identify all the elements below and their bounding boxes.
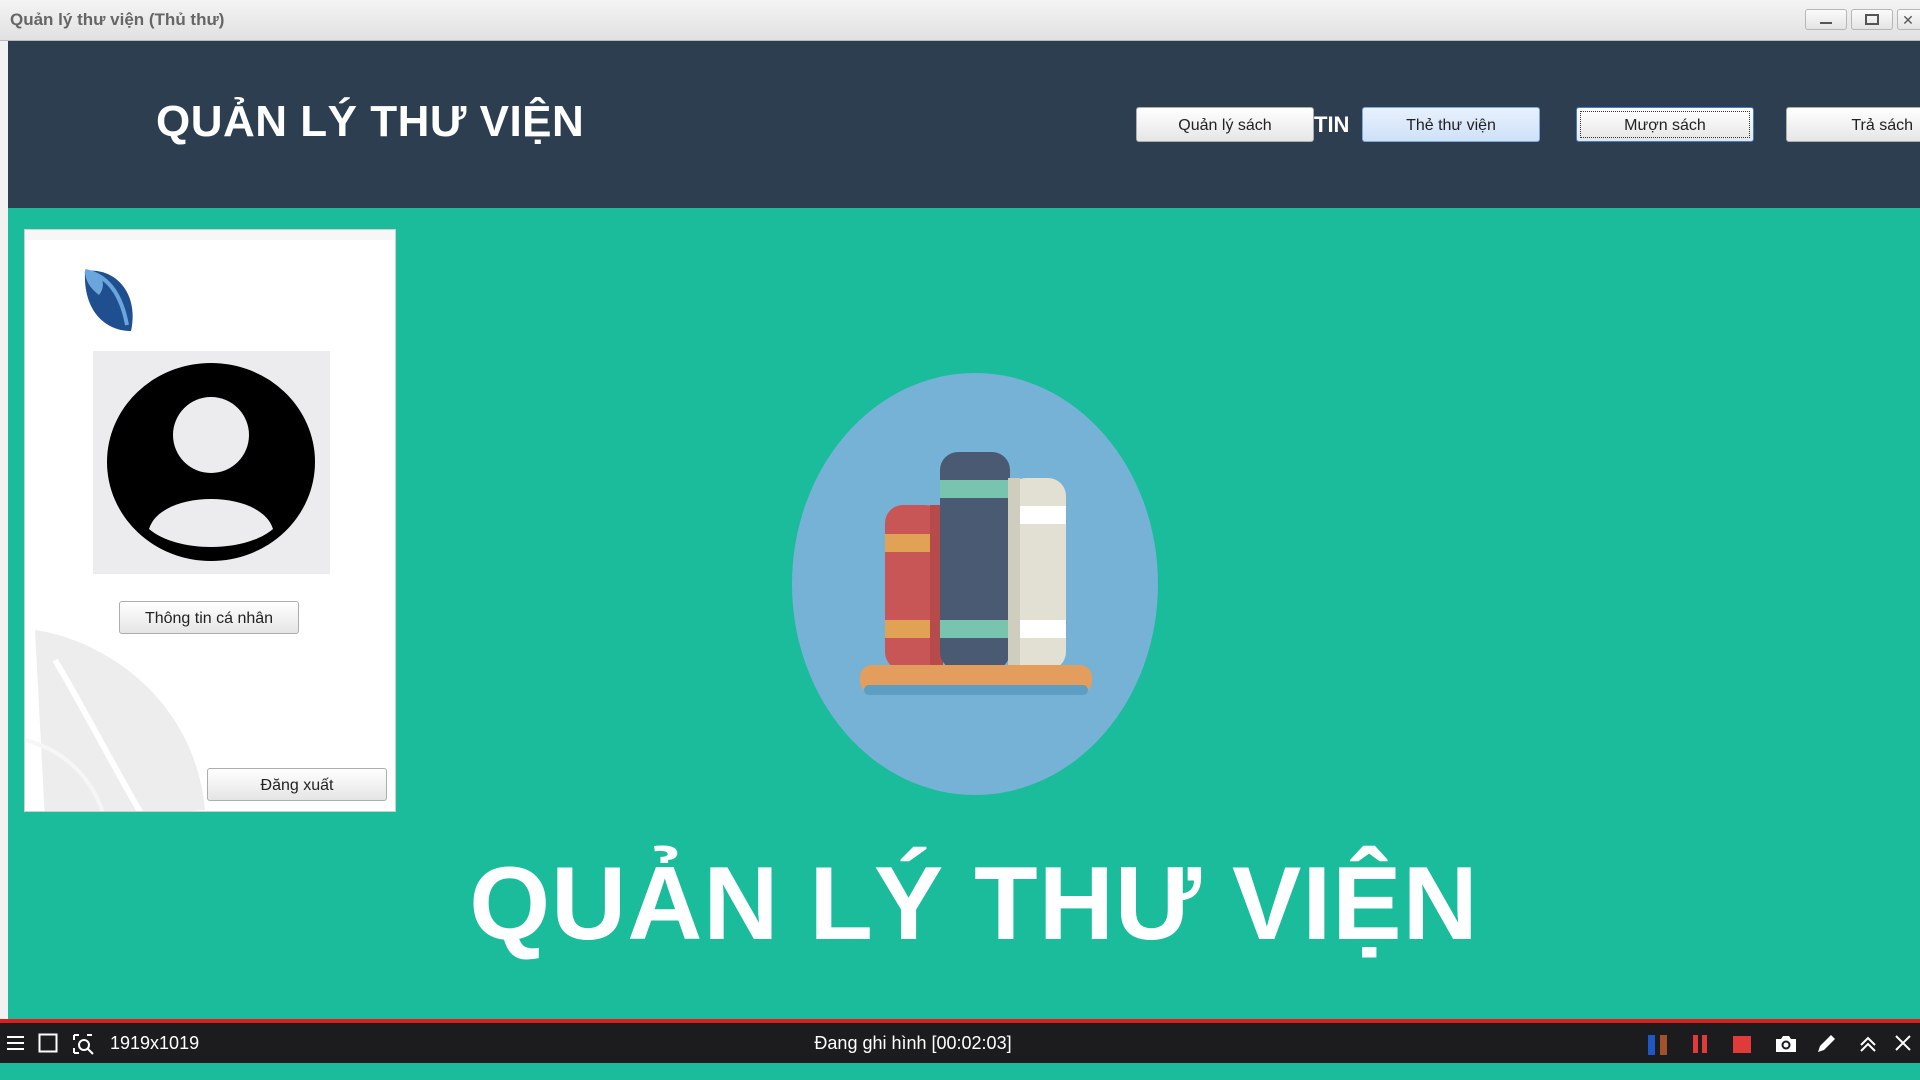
window-title: Quản lý thư viện (Thủ thư) — [10, 10, 225, 29]
personal-info-button[interactable]: Thông tin cá nhân — [119, 601, 299, 634]
pen-icon[interactable] — [1815, 1033, 1837, 1055]
window-titlebar: Quản lý thư viện (Thủ thư) ✕ — [0, 0, 1920, 41]
panel-top-strip — [25, 230, 395, 240]
user-avatar-icon — [107, 363, 315, 561]
app-header: QUẢN LÝ THƯ VIỆN Quản lý sách TIN Thẻ th… — [8, 41, 1920, 208]
pause-icon[interactable] — [1690, 1033, 1710, 1055]
borrow-books-button[interactable]: Mượn sách — [1576, 107, 1754, 142]
maximize-icon — [1865, 14, 1879, 25]
window-left-edge — [0, 41, 8, 1019]
minimize-icon — [1820, 21, 1832, 24]
close-recorder-icon[interactable] — [1894, 1033, 1912, 1053]
user-panel: Thông tin cá nhân Đăng xuất — [24, 229, 396, 812]
bottom-app-strip — [0, 1063, 1920, 1080]
leaf-logo-icon — [84, 269, 133, 331]
chevron-up-icon[interactable] — [1858, 1033, 1878, 1055]
maximize-button[interactable] — [1851, 9, 1893, 30]
avatar — [93, 351, 330, 574]
color-swatch-icon[interactable] — [1648, 1033, 1670, 1055]
books-illustration-icon — [792, 373, 1158, 795]
header-fragment-text: TIN — [1314, 112, 1350, 137]
header-title: QUẢN LÝ THƯ VIỆN — [156, 97, 585, 146]
recording-status: Đang ghi hình [00:02:03] — [814, 1033, 1012, 1053]
camera-icon[interactable] — [1774, 1033, 1798, 1055]
close-icon: ✕ — [1902, 11, 1914, 28]
stop-icon[interactable] — [1732, 1033, 1752, 1055]
logout-button[interactable]: Đăng xuất — [207, 768, 387, 801]
manage-books-button[interactable]: Quản lý sách — [1136, 107, 1314, 142]
library-card-button[interactable]: Thẻ thư viện — [1362, 107, 1540, 142]
minimize-button[interactable] — [1805, 9, 1847, 30]
close-window-button[interactable]: ✕ — [1897, 9, 1920, 30]
return-books-button[interactable]: Trả sách — [1786, 107, 1920, 142]
recorder-toolbar: 1919x1019 Đang ghi hình [00:02:03] — [0, 1023, 1920, 1063]
hero-title: QUẢN LÝ THƯ VIỆN — [469, 846, 1479, 962]
